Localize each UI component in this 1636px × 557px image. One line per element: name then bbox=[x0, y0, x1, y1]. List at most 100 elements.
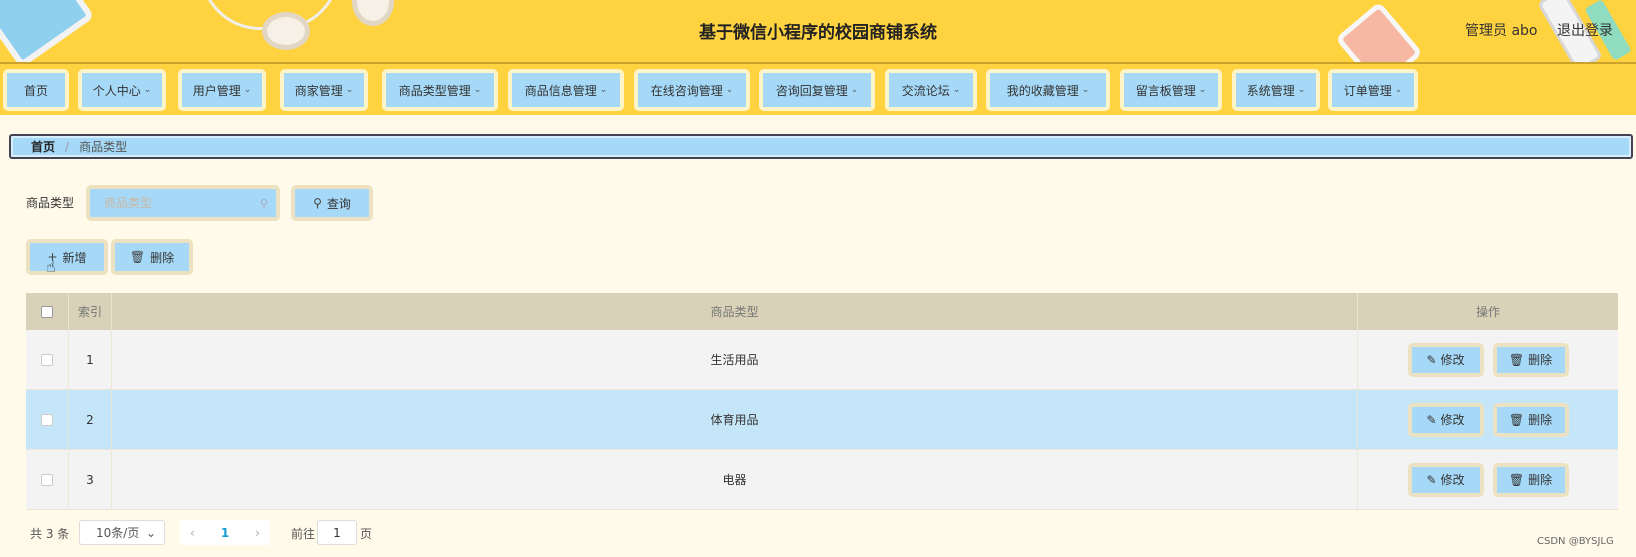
chevron-down-icon: ⌄ bbox=[243, 85, 252, 95]
main-nav: 首页 个人中心 ⌄ 用户管理 ⌄ 商家管理 ⌄ 商品类型管理 ⌄ 商品信息管理 ⌄ 在线咨… bbox=[0, 64, 1636, 115]
row-checkbox-cell bbox=[26, 390, 69, 449]
breadcrumb-current: 商品类型 bbox=[79, 140, 128, 154]
trash-icon: 🗑 bbox=[1508, 412, 1525, 427]
row-delete-label: 删除 bbox=[1528, 413, 1553, 427]
search-icon: ⚲ bbox=[259, 196, 268, 210]
page-size-value: 10条/页 bbox=[96, 526, 140, 540]
nav-item-label: 交流论坛 bbox=[901, 83, 950, 98]
row-index: 2 bbox=[69, 390, 112, 449]
chevron-left-icon[interactable]: ‹ bbox=[190, 526, 195, 540]
nav-item-label: 留言板管理 bbox=[1135, 83, 1196, 98]
nav-item-label: 商家管理 bbox=[294, 83, 343, 98]
nav-item-label: 商品类型管理 bbox=[398, 83, 471, 98]
row-edit-button[interactable]: ✎ 修改 bbox=[1407, 342, 1484, 377]
header-checkbox-cell bbox=[26, 293, 69, 330]
goto-page-input[interactable] bbox=[317, 520, 357, 545]
search-input[interactable] bbox=[104, 196, 244, 210]
edit-icon: ✎ bbox=[1426, 352, 1437, 367]
batch-delete-button[interactable]: 🗑 删除 bbox=[111, 239, 193, 275]
nav-item-system-management[interactable]: 系统管理 ⌄ bbox=[1232, 69, 1320, 111]
chevron-right-icon[interactable]: › bbox=[255, 526, 260, 540]
page-size-select[interactable]: 10条/页 ⌄ bbox=[79, 520, 165, 545]
row-delete-label: 删除 bbox=[1528, 473, 1553, 487]
chevron-down-icon: ⌄ bbox=[145, 525, 156, 540]
row-checkbox-cell bbox=[26, 330, 69, 389]
nav-item-message-board-management[interactable]: 留言板管理 ⌄ bbox=[1120, 69, 1222, 111]
chevron-down-icon: ⌄ bbox=[1081, 85, 1090, 95]
nav-item-favorites-management[interactable]: 我的收藏管理 ⌄ bbox=[986, 69, 1110, 111]
chevron-down-icon: ⌄ bbox=[725, 85, 734, 95]
nav-item-product-type-management[interactable]: 商品类型管理 ⌄ bbox=[382, 69, 498, 111]
search-button-label: 查询 bbox=[326, 196, 351, 211]
nav-item-label: 我的收藏管理 bbox=[1006, 83, 1079, 98]
row-checkbox[interactable] bbox=[41, 353, 53, 366]
row-operations: ✎ 修改 🗑 删除 bbox=[1358, 330, 1618, 389]
page-number-current[interactable]: 1 bbox=[221, 526, 229, 540]
chevron-down-icon: ⌄ bbox=[850, 85, 859, 95]
breadcrumb-home-link[interactable]: 首页 bbox=[31, 138, 55, 155]
chevron-down-icon: ⌄ bbox=[1394, 85, 1403, 95]
trash-icon: 🗑 bbox=[129, 250, 146, 264]
table-row: 3 电器 ✎ 修改 🗑 删除 bbox=[26, 450, 1618, 510]
row-delete-button[interactable]: 🗑 删除 bbox=[1492, 402, 1569, 437]
nav-item-label: 系统管理 bbox=[1246, 83, 1295, 98]
nav-item-label: 咨询回复管理 bbox=[775, 83, 848, 98]
nav-item-label: 商品信息管理 bbox=[524, 83, 597, 98]
search-icon: ⚲ bbox=[313, 196, 322, 210]
row-checkbox[interactable] bbox=[41, 473, 53, 486]
select-all-checkbox[interactable] bbox=[41, 305, 53, 318]
edit-icon: ✎ bbox=[1426, 412, 1437, 427]
table-row: 1 生活用品 ✎ 修改 🗑 删除 bbox=[26, 330, 1618, 390]
breadcrumb: 首页 / 商品类型 bbox=[9, 134, 1633, 159]
chevron-down-icon: ⌄ bbox=[952, 85, 961, 95]
add-button[interactable]: + 新增 bbox=[26, 239, 108, 275]
chevron-down-icon: ⌄ bbox=[1297, 85, 1306, 95]
row-delete-button[interactable]: 🗑 删除 bbox=[1492, 342, 1569, 377]
row-edit-label: 修改 bbox=[1440, 413, 1465, 427]
row-operations: ✎ 修改 🗑 删除 bbox=[1358, 390, 1618, 449]
row-edit-label: 修改 bbox=[1440, 473, 1465, 487]
row-product-type: 生活用品 bbox=[112, 330, 1358, 389]
nav-item-label: 订单管理 bbox=[1343, 83, 1392, 98]
trash-icon: 🗑 bbox=[1508, 352, 1525, 367]
table-header: 索引 商品类型 操作 bbox=[26, 293, 1618, 330]
row-operations: ✎ 修改 🗑 删除 bbox=[1358, 450, 1618, 509]
nav-item-product-info-management[interactable]: 商品信息管理 ⌄ bbox=[508, 69, 624, 111]
nav-item-label: 在线咨询管理 bbox=[650, 83, 723, 98]
nav-item-forum[interactable]: 交流论坛 ⌄ bbox=[885, 69, 977, 111]
header-bar: 基于微信小程序的校园商铺系统 管理员 abo 退出登录 bbox=[0, 0, 1636, 64]
row-checkbox[interactable] bbox=[41, 413, 53, 426]
row-edit-label: 修改 bbox=[1440, 353, 1465, 367]
row-index: 1 bbox=[69, 330, 112, 389]
row-edit-button[interactable]: ✎ 修改 bbox=[1407, 402, 1484, 437]
nav-item-user-management[interactable]: 用户管理 ⌄ bbox=[178, 69, 266, 111]
search-label: 商品类型 bbox=[26, 196, 75, 210]
header-operations: 操作 bbox=[1475, 305, 1500, 319]
pagination-total: 共 3 条 bbox=[30, 527, 70, 541]
nav-item-merchant-management[interactable]: 商家管理 ⌄ bbox=[280, 69, 368, 111]
watermark: CSDN @BYSJLG bbox=[1537, 536, 1614, 547]
row-delete-button[interactable]: 🗑 删除 bbox=[1492, 462, 1569, 497]
row-edit-button[interactable]: ✎ 修改 bbox=[1407, 462, 1484, 497]
trash-icon: 🗑 bbox=[1508, 472, 1525, 487]
nav-item-online-consult-management[interactable]: 在线咨询管理 ⌄ bbox=[634, 69, 750, 111]
edit-icon: ✎ bbox=[1426, 472, 1437, 487]
nav-item-label: 首页 bbox=[23, 83, 48, 98]
product-type-table: 索引 商品类型 操作 1 生活用品 ✎ 修改 🗑 删除 2 体育用品 ✎ 修改 🗑 删除… bbox=[26, 293, 1618, 510]
chevron-down-icon: ⌄ bbox=[473, 85, 482, 95]
row-product-type: 体育用品 bbox=[112, 390, 1358, 449]
row-delete-label: 删除 bbox=[1528, 353, 1553, 367]
chevron-down-icon: ⌄ bbox=[1198, 85, 1207, 95]
breadcrumb-separator: / bbox=[65, 139, 70, 154]
nav-item-home[interactable]: 首页 bbox=[3, 69, 69, 111]
nav-item-order-management[interactable]: 订单管理 ⌄ bbox=[1328, 69, 1418, 111]
chevron-down-icon: ⌄ bbox=[345, 85, 354, 95]
logout-link[interactable]: 退出登录 bbox=[1557, 20, 1613, 40]
header-index: 索引 bbox=[69, 293, 112, 330]
pagination-page-unit: 页 bbox=[360, 527, 373, 541]
pagination-goto-label: 前往 bbox=[291, 527, 316, 541]
nav-item-consult-reply-management[interactable]: 咨询回复管理 ⌄ bbox=[759, 69, 875, 111]
search-button[interactable]: ⚲ 查询 bbox=[291, 185, 373, 221]
nav-item-personal-center[interactable]: 个人中心 ⌄ bbox=[78, 69, 166, 111]
pagination-pager: ‹ 1 › bbox=[180, 520, 270, 545]
